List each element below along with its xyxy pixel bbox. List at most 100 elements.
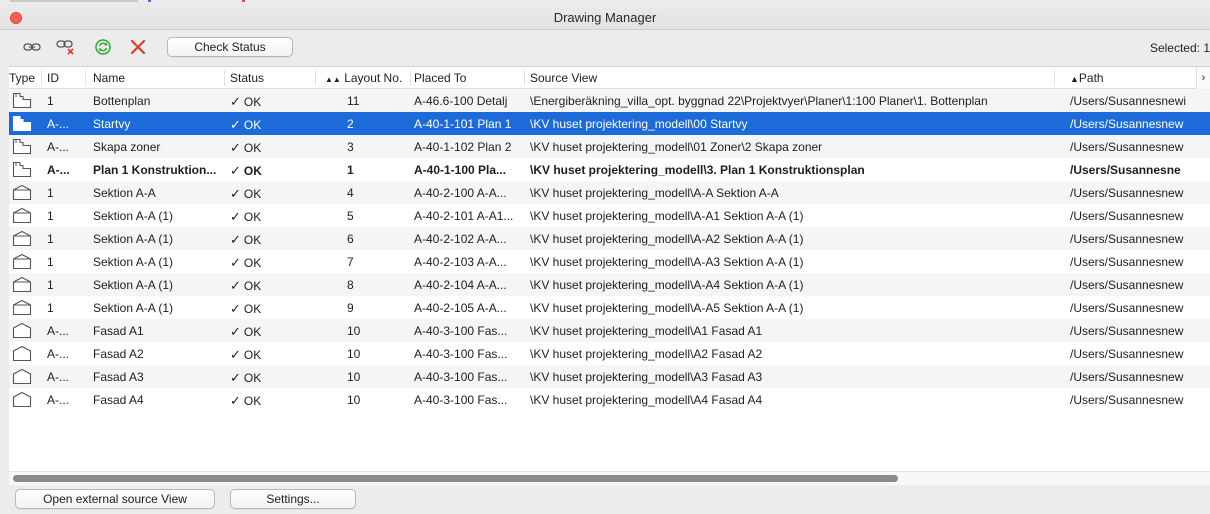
elevation-icon	[12, 345, 32, 362]
row-placed-to: A-40-2-103 A-A...	[414, 255, 507, 269]
unlink-drawing-icon[interactable]	[56, 38, 76, 56]
column-header-source-view[interactable]: Source View	[530, 71, 597, 85]
row-path: /Users/Susannesne	[1070, 163, 1181, 177]
row-layout-no: 9	[347, 301, 354, 315]
row-layout-no: 11	[347, 94, 360, 108]
row-placed-to: A-40-2-100 A-A...	[414, 186, 507, 200]
row-name: Startvy	[93, 117, 131, 131]
settings-button[interactable]: Settings...	[230, 489, 356, 509]
table-row[interactable]: 1 Sektion A-A (1) ✓ OK 6 A-40-2-102 A-A..…	[9, 227, 1210, 250]
column-header-path[interactable]: ▲Path	[1070, 71, 1104, 85]
update-icon[interactable]	[93, 38, 113, 56]
row-layout-no: 2	[347, 117, 354, 131]
row-status: ✓ OK	[230, 140, 262, 155]
table-row[interactable]: A-... Fasad A1 ✓ OK 10 A-40-3-100 Fas... …	[9, 319, 1210, 342]
row-placed-to: A-40-3-100 Fas...	[414, 393, 508, 407]
checkmark-icon: ✓	[230, 324, 241, 339]
checkmark-icon: ✓	[230, 163, 241, 178]
link-drawing-icon[interactable]	[22, 38, 42, 56]
table-row[interactable]: A-... Startvy ✓ OK 2 A-40-1-101 Plan 1 \K…	[9, 112, 1210, 135]
checkmark-icon: ✓	[230, 186, 241, 201]
row-status: ✓ OK	[230, 301, 262, 316]
table-row[interactable]: 1 Sektion A-A (1) ✓ OK 8 A-40-2-104 A-A..…	[9, 273, 1210, 296]
row-name: Plan 1 Konstruktion...	[93, 163, 217, 177]
row-status: ✓ OK	[230, 186, 262, 201]
table-row[interactable]: 1 Sektion A-A (1) ✓ OK 9 A-40-2-105 A-A..…	[9, 296, 1210, 319]
row-path: /Users/Susannesnew	[1070, 186, 1184, 200]
table-row[interactable]: A-... Skapa zoner ✓ OK 3 A-40-1-102 Plan …	[9, 135, 1210, 158]
sort-ascending-icon: ▲▲	[325, 75, 341, 84]
checkmark-icon: ✓	[230, 393, 241, 408]
table-row[interactable]: A-... Fasad A2 ✓ OK 10 A-40-3-100 Fas... …	[9, 342, 1210, 365]
table-row[interactable]: 1 Sektion A-A ✓ OK 4 A-40-2-100 A-A... \K…	[9, 181, 1210, 204]
row-status: ✓ OK	[230, 347, 262, 362]
row-name: Sektion A-A	[93, 186, 156, 200]
row-layout-no: 10	[347, 370, 361, 384]
sort-ascending-icon: ▲	[1070, 74, 1079, 84]
row-source-view: \KV huset projektering_modell\A-A Sektio…	[530, 186, 779, 200]
row-status: ✓ OK	[230, 163, 262, 178]
row-path: /Users/Susannesnew	[1070, 117, 1184, 131]
row-id: 1	[47, 255, 54, 269]
column-header-id[interactable]: ID	[47, 71, 59, 85]
row-source-view: \KV huset projektering_modell\01 Zoner\2…	[530, 140, 823, 154]
column-header-name[interactable]: Name	[93, 71, 125, 85]
table-body: 1 Bottenplan ✓ OK 11 A-46.6-100 Detalj \E…	[9, 89, 1210, 411]
checkmark-icon: ✓	[230, 232, 241, 247]
row-placed-to: A-46.6-100 Detalj	[414, 94, 508, 108]
open-external-source-view-button[interactable]: Open external source View	[15, 489, 215, 509]
table-row[interactable]: 1 Bottenplan ✓ OK 11 A-46.6-100 Detalj \E…	[9, 89, 1210, 112]
elevation-icon	[12, 322, 32, 339]
checkmark-icon: ✓	[230, 301, 241, 316]
delete-icon[interactable]	[128, 38, 148, 56]
row-layout-no: 4	[347, 186, 354, 200]
toolbar: Check Status Selected: 1	[0, 30, 1210, 66]
column-header-type[interactable]: Type	[9, 71, 35, 85]
check-status-button[interactable]: Check Status	[167, 37, 293, 57]
row-status: ✓ OK	[230, 255, 262, 270]
row-id: 1	[47, 209, 54, 223]
row-status: ✓ OK	[230, 324, 262, 339]
checkmark-icon: ✓	[230, 255, 241, 270]
row-source-view: \KV huset projektering_modell\3. Plan 1 …	[530, 163, 865, 177]
table-row[interactable]: A-... Plan 1 Konstruktion... ✓ OK 1 A-40-…	[9, 158, 1210, 181]
column-header-placed-to[interactable]: Placed To	[414, 71, 466, 85]
row-placed-to: A-40-2-101 A-A1...	[414, 209, 514, 223]
row-id: A-...	[47, 163, 70, 177]
row-path: /Users/Susannesnew	[1070, 278, 1184, 292]
row-source-view: \KV huset projektering_modell\A-A3 Sekti…	[530, 255, 804, 269]
row-id: 1	[47, 186, 54, 200]
table-row[interactable]: 1 Sektion A-A (1) ✓ OK 7 A-40-2-103 A-A..…	[9, 250, 1210, 273]
checkmark-icon: ✓	[230, 370, 241, 385]
scroll-right-arrow[interactable]: ›	[1196, 67, 1210, 89]
row-status: ✓ OK	[230, 232, 262, 247]
row-name: Fasad A2	[93, 347, 144, 361]
column-header-status[interactable]: Status	[230, 71, 264, 85]
table-row[interactable]: A-... Fasad A3 ✓ OK 10 A-40-3-100 Fas... …	[9, 365, 1210, 388]
row-layout-no: 3	[347, 140, 354, 154]
column-header-layout-no[interactable]: ▲▲ Layout No.	[325, 71, 402, 85]
row-id: 1	[47, 94, 54, 108]
row-name: Sektion A-A (1)	[93, 301, 174, 315]
row-placed-to: A-40-3-100 Fas...	[414, 370, 508, 384]
row-source-view: \KV huset projektering_modell\00 Startvy	[530, 117, 748, 131]
table-row[interactable]: A-... Fasad A4 ✓ OK 10 A-40-3-100 Fas... …	[9, 388, 1210, 411]
row-id: A-...	[47, 393, 70, 407]
title-bar: Drawing Manager	[0, 0, 1210, 30]
row-name: Bottenplan	[93, 94, 151, 108]
checkmark-icon: ✓	[230, 347, 241, 362]
row-name: Fasad A1	[93, 324, 144, 338]
row-source-view: \KV huset projektering_modell\A-A5 Sekti…	[530, 301, 804, 315]
horizontal-scrollbar[interactable]	[9, 471, 1210, 485]
row-placed-to: A-40-3-100 Fas...	[414, 347, 508, 361]
table-row[interactable]: 1 Sektion A-A (1) ✓ OK 5 A-40-2-101 A-A1.…	[9, 204, 1210, 227]
scrollbar-thumb[interactable]	[13, 475, 898, 482]
elevation-icon	[12, 391, 32, 408]
row-layout-no: 10	[347, 393, 361, 407]
row-source-view: \KV huset projektering_modell\A-A1 Sekti…	[530, 209, 804, 223]
row-layout-no: 10	[347, 324, 361, 338]
row-path: /Users/Susannesnew	[1070, 324, 1184, 338]
row-layout-no: 5	[347, 209, 354, 223]
row-source-view: \KV huset projektering_modell\A-A2 Sekti…	[530, 232, 804, 246]
window-title: Drawing Manager	[553, 10, 657, 25]
